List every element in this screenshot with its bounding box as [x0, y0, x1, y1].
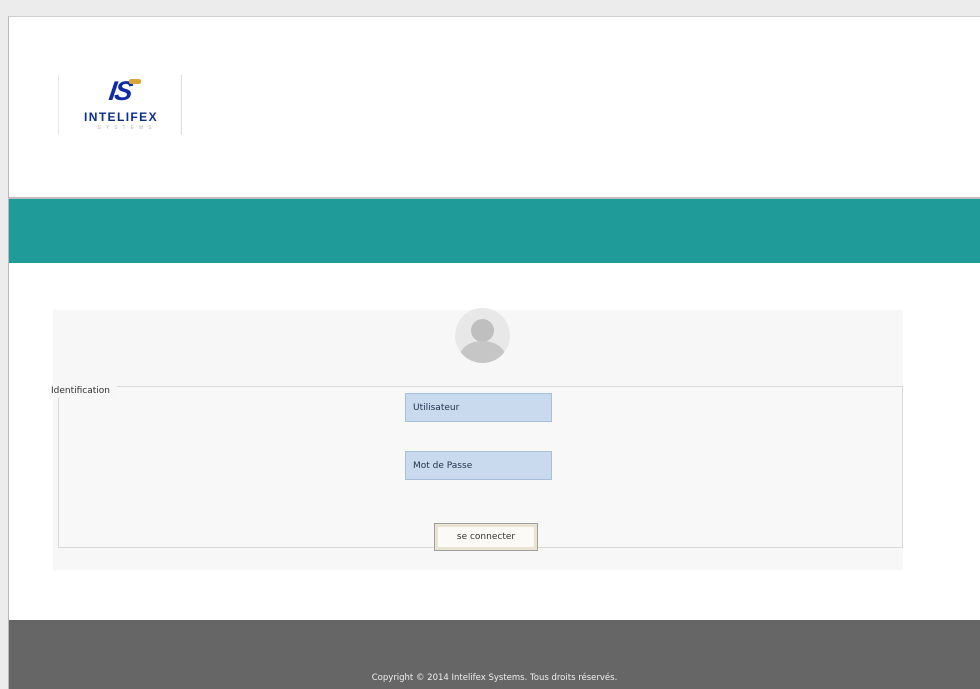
user-avatar-icon [455, 308, 510, 363]
avatar-body [460, 341, 505, 363]
avatar-head [471, 319, 494, 342]
header-color-band [9, 199, 980, 263]
site-header: IS INTELIFEX SYSTEMS [9, 17, 980, 199]
logo-name: INTELIFEX [84, 110, 158, 124]
login-page: IS INTELIFEX SYSTEMS Identification se c… [8, 16, 980, 689]
identification-legend: Identification [51, 384, 118, 398]
logo-subtitle: SYSTEMS [97, 125, 157, 131]
copyright-text: Copyright © 2014 Intelifex Systems. Tous… [371, 673, 618, 683]
site-footer: Copyright © 2014 Intelifex Systems. Tous… [9, 620, 980, 689]
login-button[interactable]: se connecter [434, 523, 538, 551]
username-input[interactable] [405, 393, 552, 422]
password-input[interactable] [405, 451, 552, 480]
logo-accent [129, 79, 141, 84]
intelifex-logo: IS INTELIFEX SYSTEMS [58, 75, 182, 135]
